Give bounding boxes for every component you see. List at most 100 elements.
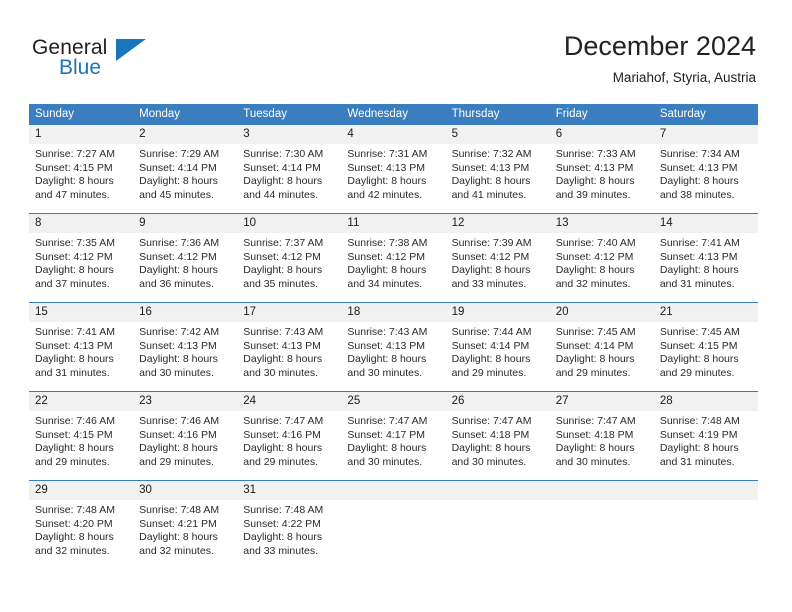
day-daylight-text: and 32 minutes. [555, 277, 631, 290]
day-sunrise-text: Sunrise: 7:33 AM [555, 148, 636, 160]
day-number[interactable]: 23 [133, 392, 237, 411]
day-daylight-text: and 31 minutes. [659, 455, 735, 468]
day-number[interactable]: 8 [29, 214, 133, 233]
day-sunset-text: Sunset: 4:13 PM [243, 339, 321, 352]
day-cell[interactable]: Sunrise: 7:47 AM Sunset: 4:18 PM Daylight:… [446, 411, 550, 480]
day-number[interactable]: 1 [29, 125, 133, 144]
day-daylight-text: Daylight: 8 hours [139, 353, 218, 366]
day-sunset-text: Sunset: 4:12 PM [451, 250, 530, 263]
day-cell[interactable]: Sunrise: 7:44 AM Sunset: 4:14 PM Daylight:… [446, 322, 550, 391]
day-number[interactable]: 5 [446, 125, 550, 144]
weekday-header-row: Sunday Monday Tuesday Wednesday Thursday Frid… [29, 104, 758, 125]
day-cell[interactable]: Sunrise: 7:48 AM Sunset: 4:20 PM Daylight:… [29, 500, 133, 569]
day-cell[interactable]: Sunrise: 7:37 AM Sunset: 4:12 PM Daylight:… [237, 233, 341, 302]
day-cell[interactable]: Sunrise: 7:45 AM Sunset: 4:14 PM Daylight:… [550, 322, 654, 391]
day-number[interactable]: 29 [29, 481, 133, 500]
calendar-week-row: 29 30 31 Sunrise: 7:48 AM Sunset: 4:20 PM Day… [29, 480, 758, 569]
day-number[interactable]: 11 [341, 214, 445, 233]
day-number[interactable]: 30 [133, 481, 237, 500]
day-number[interactable]: 21 [654, 303, 758, 322]
day-daylight-text: Daylight: 8 hours [347, 442, 427, 455]
day-number[interactable]: 12 [446, 214, 550, 233]
day-sunrise-text: Sunrise: 7:40 AM [555, 237, 636, 249]
day-sunset-text: Sunset: 4:13 PM [347, 161, 426, 174]
day-cell[interactable]: Sunrise: 7:46 AM Sunset: 4:15 PM Daylight:… [29, 411, 133, 480]
day-daylight-text: Daylight: 8 hours [659, 264, 739, 277]
day-daylight-text: Daylight: 8 hours [243, 442, 323, 455]
day-cell[interactable]: Sunrise: 7:48 AM Sunset: 4:22 PM Daylight:… [237, 500, 341, 569]
day-daylight-text: Daylight: 8 hours [35, 442, 114, 455]
day-number[interactable]: 26 [446, 392, 550, 411]
day-sunrise-text: Sunrise: 7:48 AM [243, 504, 324, 516]
day-number[interactable]: 13 [550, 214, 654, 233]
day-cell[interactable]: Sunrise: 7:35 AM Sunset: 4:12 PM Daylight:… [29, 233, 133, 302]
day-number[interactable]: 9 [133, 214, 237, 233]
day-daylight-text: and 30 minutes. [347, 366, 423, 379]
day-sunrise-text: Sunrise: 7:36 AM [139, 237, 220, 249]
day-sunrise-text: Sunrise: 7:34 AM [659, 148, 740, 160]
day-cell[interactable]: Sunrise: 7:40 AM Sunset: 4:12 PM Daylight:… [550, 233, 654, 302]
day-number[interactable]: 2 [133, 125, 237, 144]
day-number[interactable]: 4 [341, 125, 445, 144]
day-cell[interactable]: Sunrise: 7:45 AM Sunset: 4:15 PM Daylight:… [654, 322, 758, 391]
day-cell[interactable]: Sunrise: 7:27 AM Sunset: 4:15 PM Daylight:… [29, 144, 133, 213]
day-cell-empty [654, 500, 758, 569]
day-cell[interactable]: Sunrise: 7:33 AM Sunset: 4:13 PM Daylight:… [550, 144, 654, 213]
day-number[interactable]: 24 [237, 392, 341, 411]
day-number[interactable]: 27 [550, 392, 654, 411]
day-number[interactable]: 28 [654, 392, 758, 411]
day-sunset-text: Sunset: 4:12 PM [555, 250, 634, 263]
day-sunrise-text: Sunrise: 7:31 AM [347, 148, 428, 160]
day-number[interactable]: 16 [133, 303, 237, 322]
day-cell[interactable]: Sunrise: 7:47 AM Sunset: 4:18 PM Daylight:… [550, 411, 654, 480]
day-cell[interactable]: Sunrise: 7:30 AM Sunset: 4:14 PM Daylight:… [237, 144, 341, 213]
calendar-table: Sunday Monday Tuesday Wednesday Thursday Frid… [29, 104, 758, 569]
day-number[interactable]: 19 [446, 303, 550, 322]
day-cell[interactable]: Sunrise: 7:41 AM Sunset: 4:13 PM Daylight:… [654, 233, 758, 302]
day-cell[interactable]: Sunrise: 7:39 AM Sunset: 4:12 PM Daylight:… [446, 233, 550, 302]
day-sunrise-text: Sunrise: 7:47 AM [243, 415, 324, 427]
day-number[interactable]: 6 [550, 125, 654, 144]
day-daylight-text: and 47 minutes. [35, 188, 110, 201]
day-daylight-text: and 41 minutes. [451, 188, 527, 201]
day-cell[interactable]: Sunrise: 7:46 AM Sunset: 4:16 PM Daylight:… [133, 411, 237, 480]
day-cell[interactable]: Sunrise: 7:34 AM Sunset: 4:13 PM Daylight:… [654, 144, 758, 213]
day-number[interactable]: 10 [237, 214, 341, 233]
day-daylight-text: Daylight: 8 hours [35, 264, 114, 277]
day-number[interactable]: 14 [654, 214, 758, 233]
day-number[interactable]: 3 [237, 125, 341, 144]
day-number[interactable]: 15 [29, 303, 133, 322]
day-cell[interactable]: Sunrise: 7:32 AM Sunset: 4:13 PM Daylight:… [446, 144, 550, 213]
day-sunrise-text: Sunrise: 7:45 AM [659, 326, 740, 338]
day-number[interactable]: 18 [341, 303, 445, 322]
day-cell[interactable]: Sunrise: 7:47 AM Sunset: 4:16 PM Daylight:… [237, 411, 341, 480]
day-daylight-text: and 38 minutes. [659, 188, 735, 201]
day-cell[interactable]: Sunrise: 7:31 AM Sunset: 4:13 PM Daylight:… [341, 144, 445, 213]
day-number[interactable]: 25 [341, 392, 445, 411]
day-sunset-text: Sunset: 4:13 PM [555, 161, 634, 174]
day-number[interactable]: 22 [29, 392, 133, 411]
day-cell[interactable]: Sunrise: 7:48 AM Sunset: 4:21 PM Daylight:… [133, 500, 237, 569]
day-daylight-text: and 30 minutes. [347, 455, 423, 468]
general-blue-logo[interactable]: General Blue [32, 36, 212, 88]
day-cell[interactable]: Sunrise: 7:42 AM Sunset: 4:13 PM Daylight:… [133, 322, 237, 391]
day-cell[interactable]: Sunrise: 7:41 AM Sunset: 4:13 PM Daylight:… [29, 322, 133, 391]
day-number[interactable]: 17 [237, 303, 341, 322]
day-cell[interactable]: Sunrise: 7:38 AM Sunset: 4:12 PM Daylight:… [341, 233, 445, 302]
day-cell[interactable]: Sunrise: 7:43 AM Sunset: 4:13 PM Daylight:… [237, 322, 341, 391]
day-cell[interactable]: Sunrise: 7:48 AM Sunset: 4:19 PM Daylight:… [654, 411, 758, 480]
day-number[interactable]: 7 [654, 125, 758, 144]
day-sunrise-text: Sunrise: 7:39 AM [451, 237, 532, 249]
day-number[interactable]: 20 [550, 303, 654, 322]
day-cell[interactable]: Sunrise: 7:36 AM Sunset: 4:12 PM Daylight:… [133, 233, 237, 302]
day-sunrise-text: Sunrise: 7:43 AM [243, 326, 324, 338]
day-sunrise-text: Sunrise: 7:45 AM [555, 326, 636, 338]
day-cell[interactable]: Sunrise: 7:29 AM Sunset: 4:14 PM Daylight:… [133, 144, 237, 213]
day-daylight-text: Daylight: 8 hours [243, 264, 323, 277]
day-detail-row: Sunrise: 7:48 AM Sunset: 4:20 PM Daylight:… [29, 500, 758, 569]
day-sunrise-text: Sunrise: 7:48 AM [139, 504, 220, 516]
day-cell[interactable]: Sunrise: 7:47 AM Sunset: 4:17 PM Daylight:… [341, 411, 445, 480]
calendar-week-row: 15 16 17 18 19 20 21 Sunrise: 7:41 AM Sunset: 4:… [29, 302, 758, 391]
day-cell[interactable]: Sunrise: 7:43 AM Sunset: 4:13 PM Daylight:… [341, 322, 445, 391]
day-number[interactable]: 31 [237, 481, 341, 500]
